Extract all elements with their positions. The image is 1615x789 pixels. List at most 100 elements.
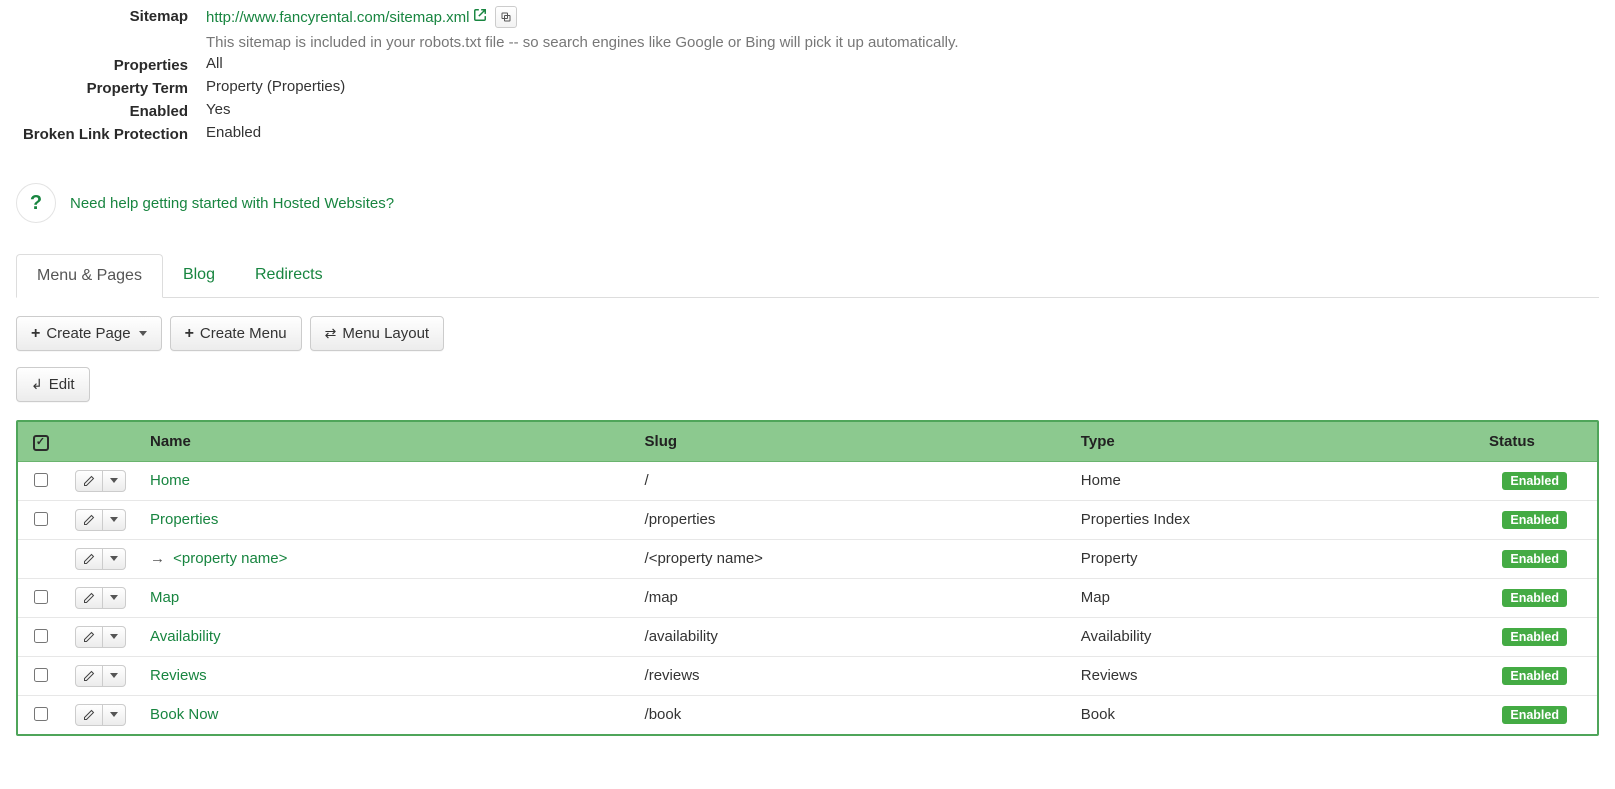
sitemap-url-link[interactable]: http://www.fancyrental.com/sitemap.xml bbox=[206, 9, 469, 26]
row-checkbox[interactable] bbox=[34, 629, 48, 643]
page-name-link[interactable]: <property name> bbox=[173, 550, 287, 567]
properties-value: All bbox=[206, 55, 1599, 72]
select-all-checkbox[interactable] bbox=[33, 435, 49, 451]
enter-arrow-icon: ↲ bbox=[31, 376, 43, 393]
status-badge: Enabled bbox=[1502, 472, 1567, 490]
status-badge: Enabled bbox=[1502, 667, 1567, 685]
row-dropdown-button[interactable] bbox=[103, 588, 125, 608]
row-edit-button[interactable] bbox=[76, 666, 103, 686]
page-slug: /<property name> bbox=[633, 539, 1069, 578]
column-header-type[interactable]: Type bbox=[1069, 422, 1477, 461]
column-header-name[interactable]: Name bbox=[138, 422, 633, 461]
caret-down-icon bbox=[110, 673, 118, 678]
menu-layout-label: Menu Layout bbox=[342, 325, 429, 342]
plus-icon: + bbox=[31, 326, 40, 342]
create-page-label: Create Page bbox=[46, 325, 130, 342]
row-dropdown-button[interactable] bbox=[103, 705, 125, 725]
row-actions bbox=[75, 587, 126, 609]
column-header-slug[interactable]: Slug bbox=[633, 422, 1069, 461]
table-row: Reviews/reviewsReviewsEnabled bbox=[18, 656, 1597, 695]
external-link-icon bbox=[473, 8, 487, 26]
create-page-button[interactable]: + Create Page bbox=[16, 316, 162, 351]
page-type: Map bbox=[1069, 578, 1477, 617]
swap-icon: ⇄ bbox=[325, 325, 337, 342]
help-link[interactable]: Need help getting started with Hosted We… bbox=[70, 195, 394, 212]
menu-layout-button[interactable]: ⇄ Menu Layout bbox=[310, 316, 444, 351]
table-row: Properties/propertiesProperties IndexEna… bbox=[18, 500, 1597, 539]
caret-down-icon bbox=[110, 595, 118, 600]
row-edit-button[interactable] bbox=[76, 549, 103, 569]
row-checkbox[interactable] bbox=[34, 512, 48, 526]
page-name-link[interactable]: Book Now bbox=[150, 706, 218, 723]
broken-link-protection-label: Broken Link Protection bbox=[16, 124, 206, 143]
tab-menu-pages[interactable]: Menu & Pages bbox=[16, 254, 163, 298]
create-menu-button[interactable]: + Create Menu bbox=[170, 316, 302, 351]
property-term-value: Property (Properties) bbox=[206, 78, 1599, 95]
status-badge: Enabled bbox=[1502, 628, 1567, 646]
page-type: Home bbox=[1069, 461, 1477, 500]
create-menu-label: Create Menu bbox=[200, 325, 287, 342]
enabled-label: Enabled bbox=[16, 101, 206, 120]
tab-redirects[interactable]: Redirects bbox=[235, 254, 343, 298]
child-arrow-icon: → bbox=[150, 550, 169, 567]
properties-label: Properties bbox=[16, 55, 206, 74]
row-dropdown-button[interactable] bbox=[103, 510, 125, 530]
pages-table: Name Slug Type Status Home/HomeEnabledPr… bbox=[16, 420, 1599, 736]
page-type: Book bbox=[1069, 695, 1477, 734]
sitemap-note: This sitemap is included in your robots.… bbox=[206, 34, 1599, 51]
table-row: Home/HomeEnabled bbox=[18, 461, 1597, 500]
row-checkbox[interactable] bbox=[34, 668, 48, 682]
page-slug: /map bbox=[633, 578, 1069, 617]
caret-down-icon bbox=[110, 517, 118, 522]
page-name-link[interactable]: Availability bbox=[150, 628, 221, 645]
row-actions bbox=[75, 704, 126, 726]
row-checkbox[interactable] bbox=[34, 707, 48, 721]
row-dropdown-button[interactable] bbox=[103, 627, 125, 647]
page-name-link[interactable]: Reviews bbox=[150, 667, 207, 684]
caret-down-icon bbox=[110, 712, 118, 717]
row-actions bbox=[75, 626, 126, 648]
row-edit-button[interactable] bbox=[76, 510, 103, 530]
row-actions bbox=[75, 548, 126, 570]
caret-down-icon bbox=[110, 634, 118, 639]
status-badge: Enabled bbox=[1502, 706, 1567, 724]
row-dropdown-button[interactable] bbox=[103, 666, 125, 686]
row-edit-button[interactable] bbox=[76, 588, 103, 608]
row-dropdown-button[interactable] bbox=[103, 549, 125, 569]
help-icon: ? bbox=[16, 183, 56, 223]
row-edit-button[interactable] bbox=[76, 471, 103, 491]
page-type: Properties Index bbox=[1069, 500, 1477, 539]
table-row: Map/mapMapEnabled bbox=[18, 578, 1597, 617]
page-type: Reviews bbox=[1069, 656, 1477, 695]
page-name-link[interactable]: Home bbox=[150, 472, 190, 489]
status-badge: Enabled bbox=[1502, 589, 1567, 607]
caret-down-icon bbox=[139, 331, 147, 336]
row-actions bbox=[75, 509, 126, 531]
copy-sitemap-button[interactable] bbox=[495, 6, 517, 28]
row-checkbox[interactable] bbox=[34, 590, 48, 604]
page-slug: /properties bbox=[633, 500, 1069, 539]
page-slug: /availability bbox=[633, 617, 1069, 656]
column-header-status[interactable]: Status bbox=[1477, 422, 1597, 461]
caret-down-icon bbox=[110, 556, 118, 561]
row-edit-button[interactable] bbox=[76, 705, 103, 725]
row-edit-button[interactable] bbox=[76, 627, 103, 647]
page-type: Availability bbox=[1069, 617, 1477, 656]
table-row: Availability/availabilityAvailabilityEna… bbox=[18, 617, 1597, 656]
row-actions bbox=[75, 665, 126, 687]
table-row: → <property name>/<property name>Propert… bbox=[18, 539, 1597, 578]
edit-button[interactable]: ↲ Edit bbox=[16, 367, 90, 402]
enabled-value: Yes bbox=[206, 101, 1599, 118]
broken-link-protection-value: Enabled bbox=[206, 124, 1599, 141]
page-name-link[interactable]: Properties bbox=[150, 511, 218, 528]
caret-down-icon bbox=[110, 478, 118, 483]
page-slug: / bbox=[633, 461, 1069, 500]
tab-blog[interactable]: Blog bbox=[163, 254, 235, 298]
plus-icon: + bbox=[185, 326, 194, 342]
page-name-link[interactable]: Map bbox=[150, 589, 179, 606]
edit-label: Edit bbox=[49, 376, 75, 393]
row-checkbox[interactable] bbox=[34, 473, 48, 487]
tabs: Menu & Pages Blog Redirects bbox=[16, 253, 1599, 298]
row-actions bbox=[75, 470, 126, 492]
row-dropdown-button[interactable] bbox=[103, 471, 125, 491]
